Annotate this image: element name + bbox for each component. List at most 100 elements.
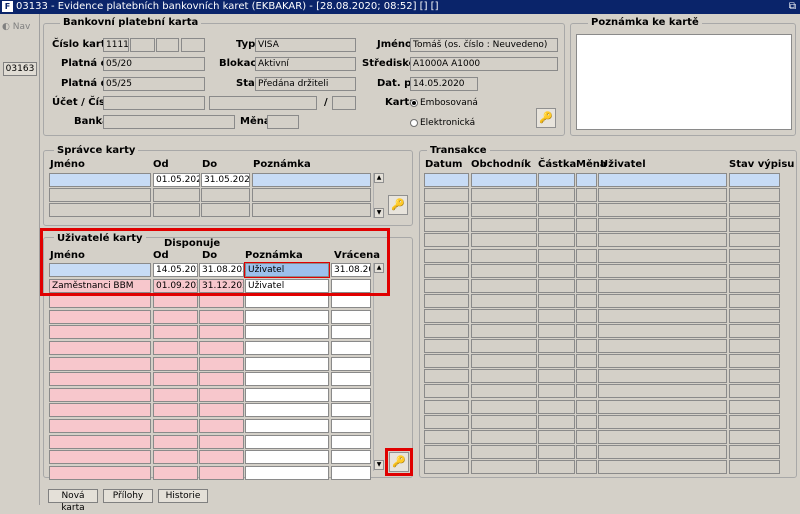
tx-cell-obchodnik[interactable] xyxy=(471,400,537,414)
tx-cell-datum[interactable] xyxy=(424,430,469,444)
tx-cell-stav[interactable] xyxy=(729,188,780,202)
tx-cell-datum[interactable] xyxy=(424,309,469,323)
user-cell-do[interactable] xyxy=(199,325,244,339)
tx-cell-castka[interactable] xyxy=(538,430,575,444)
tx-cell-obchodnik[interactable] xyxy=(471,354,537,368)
user-cell-do[interactable] xyxy=(199,450,244,464)
tx-cell-obchodnik[interactable] xyxy=(471,203,537,217)
tx-cell-mena[interactable] xyxy=(576,203,597,217)
tx-cell-castka[interactable] xyxy=(538,203,575,217)
valid-to-field[interactable]: 05/25 xyxy=(103,77,205,91)
tx-cell-uzivatel[interactable] xyxy=(598,309,727,323)
user-cell-vracena[interactable] xyxy=(331,388,371,402)
tx-cell-stav[interactable] xyxy=(729,279,780,293)
user-cell-od[interactable] xyxy=(153,450,198,464)
tx-cell-uzivatel[interactable] xyxy=(598,339,727,353)
user-cell-vracena[interactable] xyxy=(331,466,371,480)
user-cell-jmeno[interactable] xyxy=(49,435,151,449)
card-number-field-2[interactable] xyxy=(130,38,155,52)
tx-cell-castka[interactable] xyxy=(538,233,575,247)
tx-cell-uzivatel[interactable] xyxy=(598,294,727,308)
history-button[interactable]: Historie xyxy=(158,489,208,503)
tx-cell-obchodnik[interactable] xyxy=(471,264,537,278)
user-cell-poznamka[interactable] xyxy=(245,466,329,480)
tx-cell-mena[interactable] xyxy=(576,173,597,187)
admin-cell-od[interactable] xyxy=(153,203,200,217)
tx-cell-stav[interactable] xyxy=(729,460,780,474)
tx-cell-datum[interactable] xyxy=(424,249,469,263)
user-cell-poznamka[interactable] xyxy=(245,435,329,449)
user-cell-jmeno[interactable] xyxy=(49,341,151,355)
tx-cell-uzivatel[interactable] xyxy=(598,445,727,459)
account-field[interactable] xyxy=(103,96,205,110)
user-cell-vracena[interactable] xyxy=(331,357,371,371)
user-cell-do[interactable] xyxy=(199,294,244,308)
user-cell-od[interactable]: 01.09.2020 xyxy=(153,279,198,293)
user-cell-od[interactable] xyxy=(153,466,198,480)
tx-cell-datum[interactable] xyxy=(424,233,469,247)
admin-cell-poznamka[interactable] xyxy=(252,188,371,202)
scroll-down-icon[interactable]: ▼ xyxy=(374,460,384,470)
user-cell-od[interactable] xyxy=(153,310,198,324)
tx-cell-mena[interactable] xyxy=(576,339,597,353)
tx-cell-stav[interactable] xyxy=(729,233,780,247)
tx-cell-datum[interactable] xyxy=(424,415,469,429)
scroll-down-icon[interactable]: ▼ xyxy=(374,208,384,218)
user-cell-jmeno[interactable] xyxy=(49,357,151,371)
tx-cell-uzivatel[interactable] xyxy=(598,264,727,278)
user-cell-jmeno[interactable] xyxy=(49,325,151,339)
tx-cell-datum[interactable] xyxy=(424,460,469,474)
tx-cell-mena[interactable] xyxy=(576,460,597,474)
cost-center-field[interactable]: A1000A A1000 xyxy=(410,57,558,71)
user-cell-poznamka[interactable] xyxy=(245,450,329,464)
tx-cell-uzivatel[interactable] xyxy=(598,430,727,444)
tx-cell-uzivatel[interactable] xyxy=(598,218,727,232)
tx-cell-castka[interactable] xyxy=(538,173,575,187)
user-cell-od[interactable] xyxy=(153,419,198,433)
tx-cell-mena[interactable] xyxy=(576,294,597,308)
user-cell-od[interactable]: 14.05.2020 xyxy=(153,263,198,277)
tx-cell-castka[interactable] xyxy=(538,339,575,353)
tx-cell-mena[interactable] xyxy=(576,279,597,293)
tx-cell-stav[interactable] xyxy=(729,218,780,232)
user-cell-jmeno[interactable] xyxy=(49,450,151,464)
tx-cell-datum[interactable] xyxy=(424,173,469,187)
tx-cell-datum[interactable] xyxy=(424,279,469,293)
tx-cell-uzivatel[interactable] xyxy=(598,324,727,338)
tx-cell-datum[interactable] xyxy=(424,354,469,368)
user-cell-poznamka[interactable] xyxy=(245,388,329,402)
user-cell-poznamka[interactable] xyxy=(245,325,329,339)
tx-cell-stav[interactable] xyxy=(729,430,780,444)
tx-cell-castka[interactable] xyxy=(538,218,575,232)
record-code-button[interactable]: 03163 xyxy=(3,62,37,76)
new-card-button[interactable]: Nová karta xyxy=(48,489,98,513)
user-cell-do[interactable]: 31.08.2020 xyxy=(199,263,244,277)
user-cell-jmeno[interactable] xyxy=(49,263,151,277)
tx-cell-castka[interactable] xyxy=(538,369,575,383)
nav-button[interactable]: ◐ Nav xyxy=(2,20,38,34)
user-cell-do[interactable] xyxy=(199,372,244,386)
tx-cell-stav[interactable] xyxy=(729,264,780,278)
tx-cell-castka[interactable] xyxy=(538,384,575,398)
tx-cell-datum[interactable] xyxy=(424,294,469,308)
tx-cell-obchodnik[interactable] xyxy=(471,218,537,232)
tx-cell-castka[interactable] xyxy=(538,460,575,474)
type-field[interactable]: VISA xyxy=(255,38,356,52)
user-cell-poznamka[interactable]: Uživatel xyxy=(244,262,330,278)
tx-cell-castka[interactable] xyxy=(538,445,575,459)
tx-cell-uzivatel[interactable] xyxy=(598,460,727,474)
tx-cell-stav[interactable] xyxy=(729,173,780,187)
user-cell-od[interactable] xyxy=(153,341,198,355)
tx-cell-mena[interactable] xyxy=(576,415,597,429)
tx-cell-obchodnik[interactable] xyxy=(471,188,537,202)
tx-cell-obchodnik[interactable] xyxy=(471,415,537,429)
user-cell-poznamka[interactable] xyxy=(245,403,329,417)
blocking-field[interactable]: Aktivní xyxy=(255,57,356,71)
tx-cell-datum[interactable] xyxy=(424,188,469,202)
tx-cell-mena[interactable] xyxy=(576,309,597,323)
admin-cell-jmeno[interactable] xyxy=(49,188,151,202)
tx-cell-stav[interactable] xyxy=(729,339,780,353)
user-cell-jmeno[interactable] xyxy=(49,419,151,433)
user-cell-do[interactable]: 31.12.2020 xyxy=(199,279,244,293)
user-cell-poznamka[interactable] xyxy=(245,341,329,355)
